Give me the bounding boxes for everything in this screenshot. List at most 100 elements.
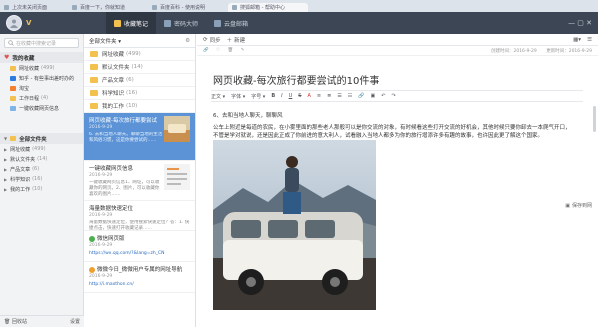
sidebar-item[interactable]: 工作日程 (4)	[0, 93, 83, 103]
item-count: (4)	[41, 95, 49, 101]
heart-icon: ♥	[4, 54, 10, 61]
folder-count: (14)	[131, 64, 143, 70]
align-left-icon[interactable]: ≡	[317, 93, 321, 99]
paragraph-style-dropdown[interactable]: 正文 ▾	[211, 93, 225, 100]
taobao-icon	[10, 85, 16, 91]
browser-tab[interactable]: 搜狐邮箱 - 帮助中心	[228, 2, 308, 12]
section-all-folders[interactable]: ▼ 全部文件夹	[0, 133, 83, 144]
sidebar-folder[interactable]: ▶ 产品文章 (6)	[0, 164, 83, 174]
browser-tab[interactable]: 上次未关闭页面	[0, 3, 68, 12]
window-controls[interactable]: — ▢ ✕	[568, 19, 592, 27]
sidebar-item[interactable]: 淘宝	[0, 83, 83, 93]
browser-tab-label: 搜狐邮箱 - 帮助中心	[240, 4, 285, 11]
italic-button[interactable]: I	[281, 93, 282, 99]
browser-tab[interactable]: 百度一下，你就知道	[68, 3, 148, 12]
folder-count: (499)	[126, 51, 141, 57]
undo-icon[interactable]: ↶	[381, 93, 385, 99]
search-input[interactable]: 在收藏中搜索记录	[4, 38, 79, 48]
avatar[interactable]	[6, 15, 22, 31]
search-placeholder: 在收藏中搜索记录	[16, 40, 57, 47]
item-count: (16)	[32, 176, 43, 182]
sidebar-folder[interactable]: ▶ 网址收藏 (499)	[0, 144, 83, 154]
note-snippet: 6. 去和当地人聊天。聊聊当地的生活和风俗习惯，这是你要尝试的……	[89, 132, 163, 143]
edit-icon[interactable]: ✎	[241, 48, 245, 53]
sidebar-item[interactable]: 知乎 - 有些事出差时办的	[0, 73, 83, 83]
sync-button[interactable]: ⟳ 同步	[203, 36, 221, 44]
save-to-web-button[interactable]: ▣ 保存到网	[565, 202, 592, 210]
folder-label: 网址收藏	[102, 52, 125, 58]
gear-icon[interactable]: ⚙	[185, 38, 190, 44]
font-size-dropdown[interactable]: 字号 ▾	[251, 93, 265, 100]
list-folder[interactable]: 默认文件夹 (14)	[84, 61, 195, 74]
bullet-list-icon[interactable]: ☰	[337, 93, 341, 99]
section-label: 全部文件夹	[19, 136, 47, 143]
section-my-favorites[interactable]: ♥ 我的收藏	[0, 52, 83, 63]
note-item[interactable]: 微微今日_微微用户专属的网址导航 2016-9-29 http://i.maxt…	[84, 262, 195, 293]
note-title[interactable]: 网页收藏-每次旅行都要尝试的10件事	[213, 72, 379, 87]
note-item[interactable]: 网页收藏-每次旅行都要尝试 2016-9-29 6. 去和当地人聊天。聊聊当地的…	[84, 113, 195, 161]
sidebar-folder[interactable]: ▶ 科学知识 (16)	[0, 174, 83, 184]
page-favicon-icon	[232, 4, 237, 10]
note-item[interactable]: 一键收藏网页信息 2016-9-29 一键收藏网页信息1、网址，可以收藏你的网页…	[84, 161, 195, 201]
underline-button[interactable]: U	[289, 93, 293, 99]
link-icon[interactable]: 🔗	[358, 93, 364, 99]
chevron-right-icon: ▶	[4, 166, 8, 172]
trash-icon[interactable]: 🗑	[228, 48, 234, 53]
recycle-bin-button[interactable]: 🗑 回收站	[4, 318, 27, 325]
sidebar-item[interactable]: 一键收藏网页信息	[0, 103, 83, 113]
sidebar-item-label: 知乎 - 有些事出差时办的	[19, 75, 74, 82]
recycle-bin-label: 回收站	[11, 319, 27, 325]
scrollbar[interactable]	[593, 106, 596, 132]
vip-badge: V	[26, 19, 32, 27]
tab-favorites[interactable]: 收藏笔记	[106, 12, 157, 34]
folder-count: (6)	[126, 77, 134, 83]
font-color-button[interactable]: A	[307, 93, 310, 99]
browser-tab[interactable]: 百度百科 - 使用说明	[148, 3, 228, 12]
note-thumbnail	[164, 164, 190, 190]
key-icon	[164, 19, 172, 27]
modified-time: 更新时间：2016-9-29	[546, 48, 592, 54]
align-center-icon[interactable]: ≣	[327, 93, 331, 99]
folder-filter-dropdown[interactable]: 全部文件夹 ▾	[89, 37, 121, 45]
list-folder[interactable]: 网址收藏 (499)	[84, 48, 195, 61]
sidebar-item[interactable]: 网址收藏 (499)	[0, 63, 83, 73]
folder-count: (10)	[126, 103, 138, 109]
attachment-icon[interactable]: 🔗	[203, 48, 209, 53]
favorites-icon	[114, 19, 121, 27]
note-body[interactable]: 6、去和当地人聊天，聊聊风 公车上附近是每道的农民，在小雾里面的那些老人那般可以…	[213, 112, 573, 140]
grid-view-icon[interactable]: ▦▾	[573, 37, 581, 43]
sidebar-folder[interactable]: ▶ 我的工作 (10)	[0, 184, 83, 194]
number-list-icon[interactable]: ☷	[348, 93, 352, 99]
tab-cloud-mail[interactable]: 云盘邮箱	[206, 12, 256, 34]
sidebar-item-label: 科学知识	[10, 176, 31, 183]
new-note-button[interactable]: ＋新建	[227, 36, 246, 44]
note-link[interactable]: http://i.maxthon.cn/	[89, 282, 190, 287]
note-item[interactable]: 海量数据快速定位 2016-9-29 海量数据快速定位，使用搜索快速定位？答：1…	[84, 201, 195, 231]
note-photo	[213, 140, 376, 310]
tab-password[interactable]: 密码大师	[156, 12, 206, 34]
sidebar-folder[interactable]: ▶ 默认文件夹 (14)	[0, 154, 83, 164]
list-view-icon[interactable]: ☰	[587, 37, 592, 43]
note-link[interactable]: https://wx.qq.com/?&lang=zh_CN	[89, 251, 190, 256]
strikethrough-button[interactable]: S	[298, 93, 301, 99]
note-date: 2016-9-29	[89, 274, 113, 279]
list-folder[interactable]: 我的工作 (10)	[84, 100, 195, 113]
font-family-dropdown[interactable]: 字体 ▾	[231, 93, 245, 100]
note-item[interactable]: 微信网页版 2016-9-29 https://wx.qq.com/?&lang…	[84, 231, 195, 262]
image-icon[interactable]: ▣	[371, 93, 376, 99]
browser-tab-label: 百度百科 - 使用说明	[160, 4, 205, 11]
settings-button[interactable]: 设置	[70, 318, 80, 325]
chevron-right-icon: ▶	[4, 176, 8, 182]
bold-button[interactable]: B	[271, 93, 275, 99]
item-count: (499)	[41, 65, 55, 71]
folder-label: 产品文章	[102, 78, 125, 84]
heart-outline-icon[interactable]: ♡	[216, 48, 220, 53]
sidebar-footer: 🗑 回收站 设置	[0, 315, 84, 327]
sidebar-item-label: 默认文件夹	[10, 156, 36, 163]
list-folder[interactable]: 科学知识 (16)	[84, 87, 195, 100]
trash-icon: 🗑	[4, 319, 11, 325]
note-title-row: 微微今日_微微用户专属的网址导航	[89, 265, 190, 273]
list-folder[interactable]: 产品文章 (6)	[84, 74, 195, 87]
note-icon	[10, 105, 16, 111]
redo-icon[interactable]: ↷	[391, 93, 395, 99]
